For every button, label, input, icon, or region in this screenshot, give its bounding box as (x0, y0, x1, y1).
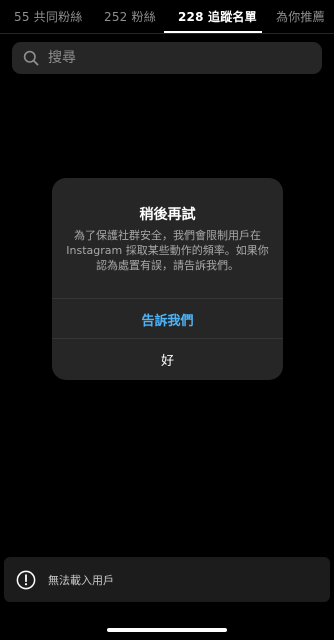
toast-message: 無法載入用戶 (48, 573, 114, 587)
home-indicator[interactable] (107, 628, 227, 632)
tab-mutual-followers[interactable]: 55 共同粉絲 (14, 8, 82, 25)
tell-us-button[interactable]: 告訴我們 (52, 299, 283, 339)
tab-suggested[interactable]: 為你推薦 (276, 8, 325, 25)
alert-icon (16, 570, 36, 590)
search-input[interactable] (46, 49, 322, 67)
search-bar[interactable] (12, 42, 322, 74)
tab-following[interactable]: 228 追蹤名單 (178, 8, 257, 25)
dialog-title: 稍後再試 (139, 207, 196, 223)
tabs-divider (0, 33, 334, 34)
ok-button[interactable]: 好 (52, 339, 283, 379)
tab-followers[interactable]: 252 粉絲 (104, 8, 156, 25)
profile-tabs: 55 共同粉絲 252 粉絲 228 追蹤名單 為你推薦 (0, 0, 334, 34)
search-icon (20, 47, 42, 69)
dialog-message: 為了保護社群安全，我們會限制用戶在Instagram 採取某些動作的頻率。如果你… (66, 229, 269, 272)
error-toast: 無法載入用戶 (4, 557, 330, 602)
